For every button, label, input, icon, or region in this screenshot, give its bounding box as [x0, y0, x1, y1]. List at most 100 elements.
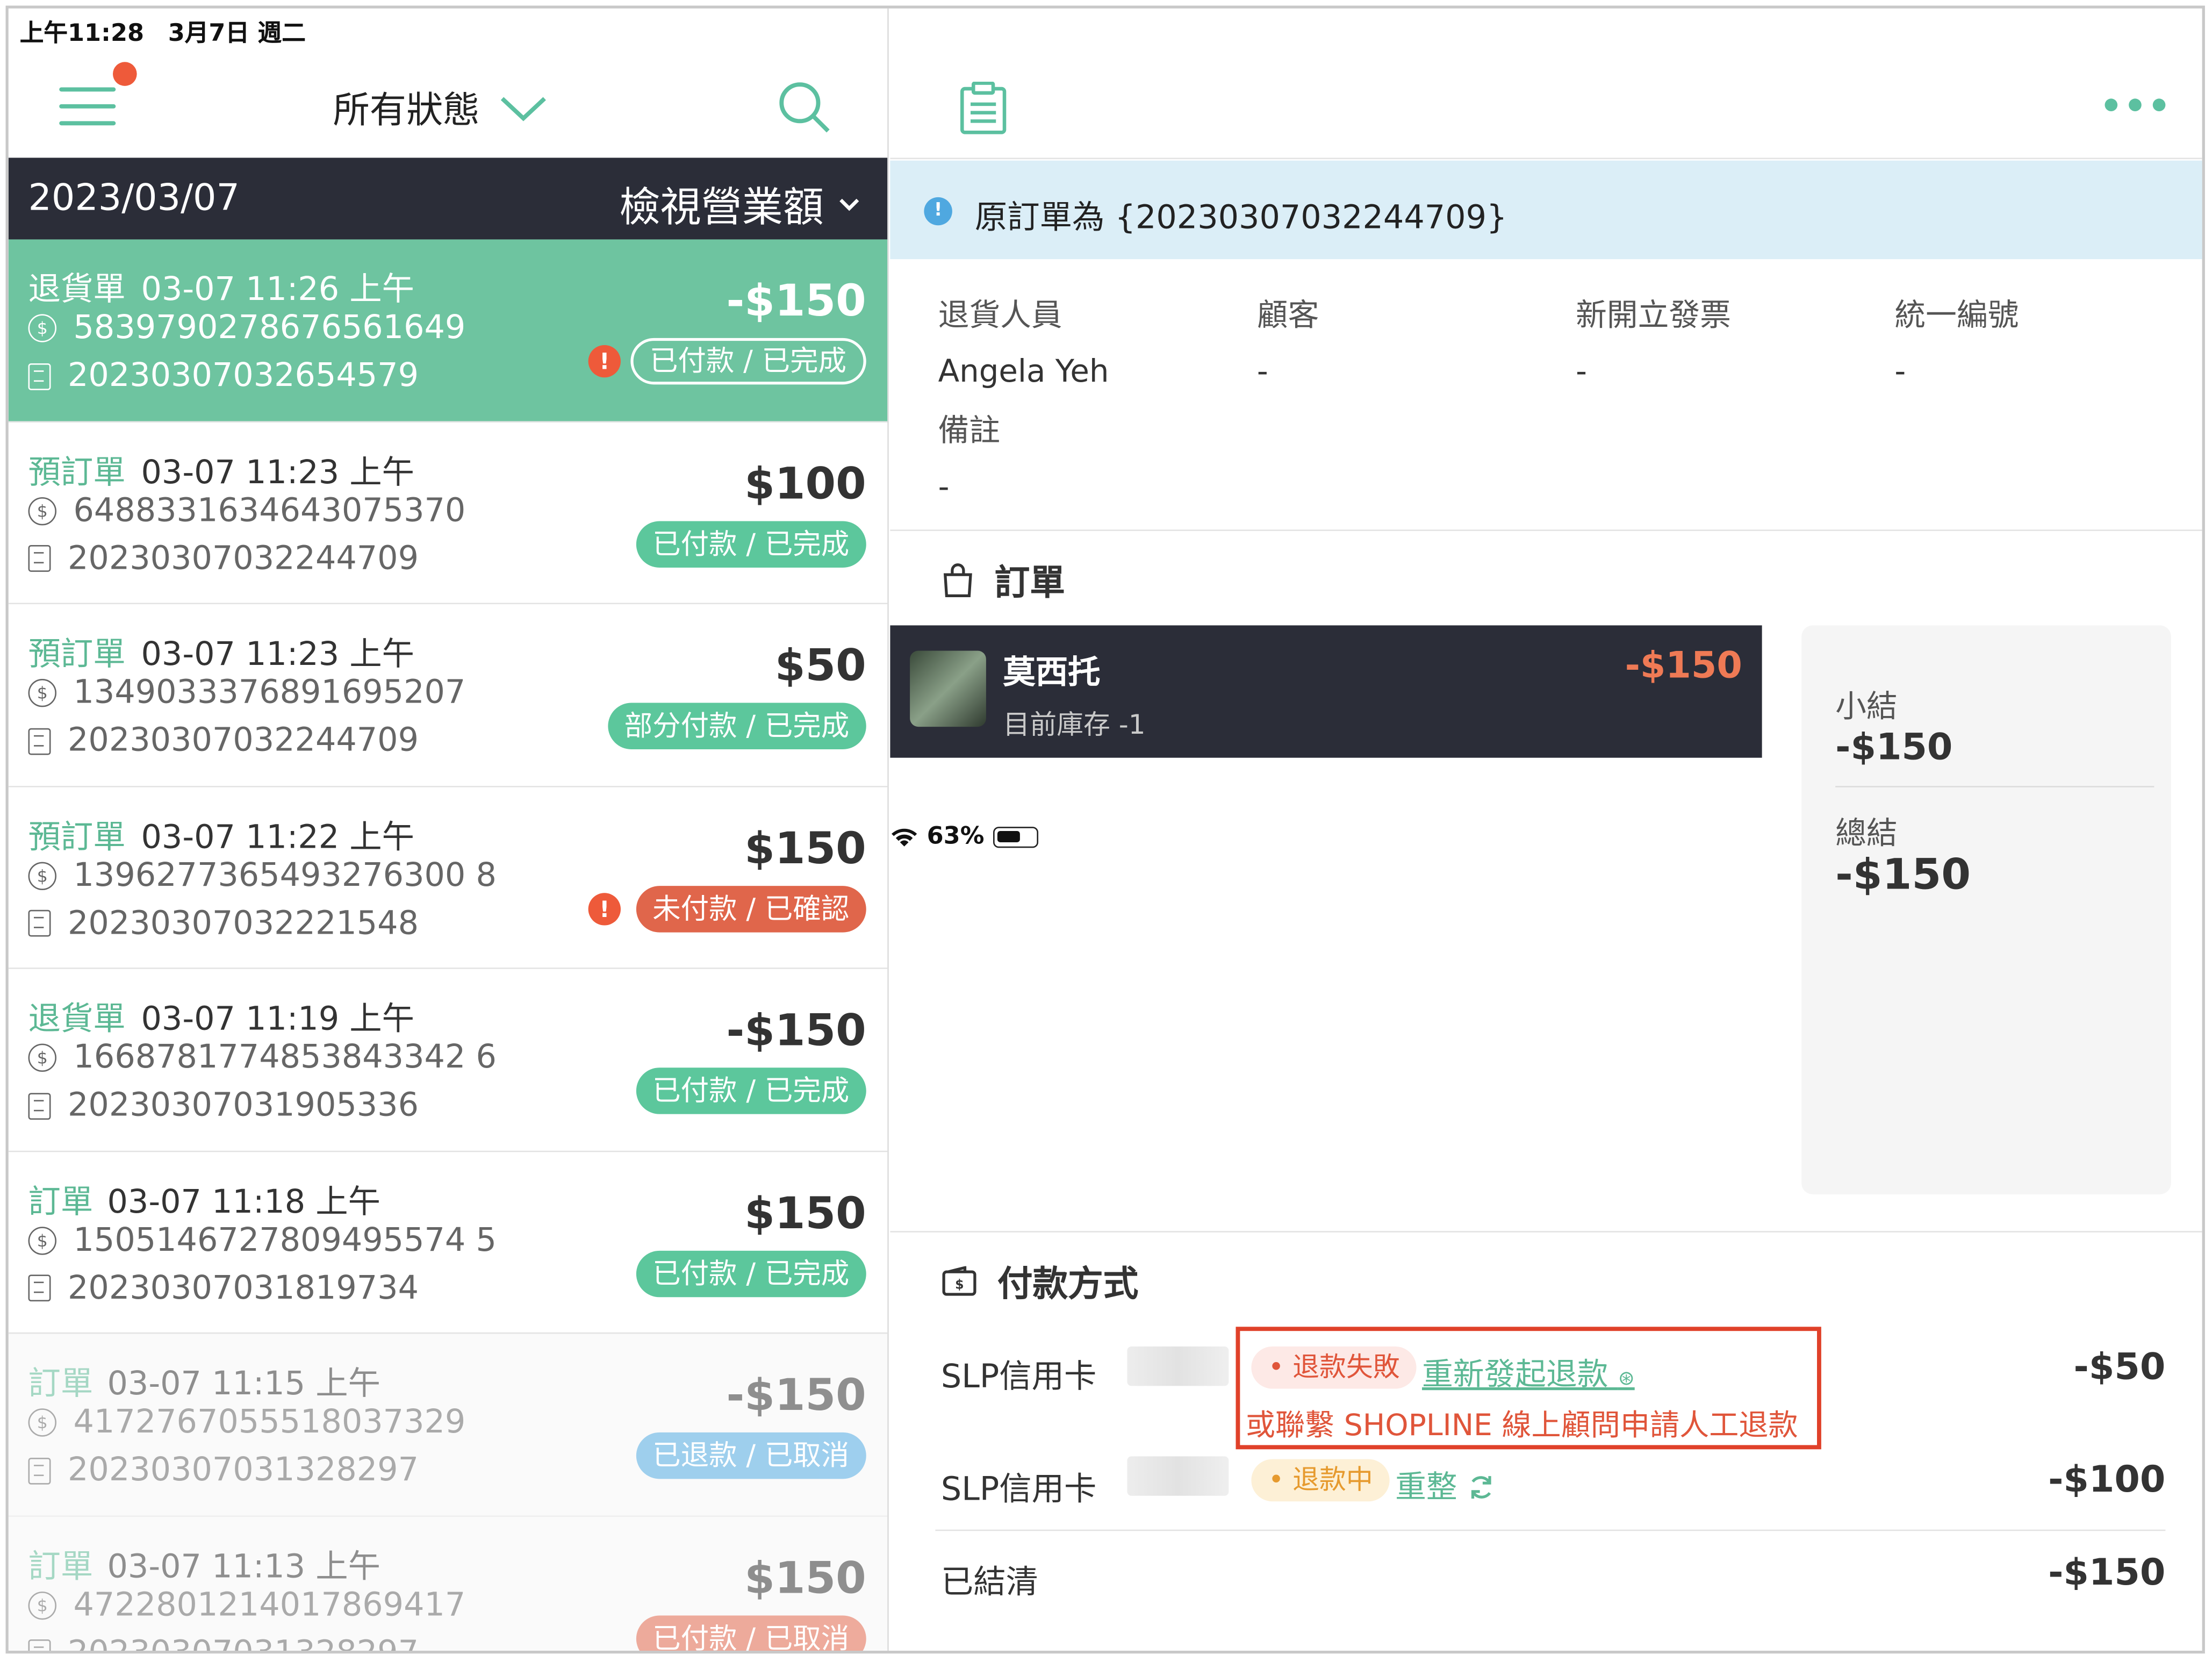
remark-field: 備註 - — [938, 406, 1001, 506]
order-row[interactable]: 退貨單 03-07 11:19 上午 $1668781774853843342 … — [8, 969, 888, 1152]
more-icon[interactable] — [2105, 98, 2166, 112]
payment-id-line: $1668781774853843342 6 — [28, 1040, 497, 1076]
order-amount: $150 — [744, 1552, 866, 1604]
order-row[interactable]: 退貨單 03-07 11:26 上午 $5839790278676561649 … — [8, 239, 888, 422]
order-number-line: 20230307031905336 — [28, 1087, 419, 1124]
search-icon[interactable] — [776, 79, 832, 135]
order-type: 訂單 — [28, 1184, 94, 1221]
date-label: 2023/03/07 — [28, 177, 240, 220]
order-number-line: 20230307032244709 — [28, 540, 419, 577]
payment-amount: -$50 — [2073, 1346, 2166, 1389]
status-filter-dropdown[interactable]: 所有狀態 — [333, 82, 548, 134]
order-number: 20230307031905336 — [68, 1087, 419, 1124]
payment-id: 1505146727809495574 5 — [73, 1222, 497, 1259]
payment-method: SLP信用卡 — [940, 1359, 1097, 1396]
coin-icon: $ — [28, 1043, 56, 1072]
payment-id: 1349033376891695207 — [73, 675, 466, 712]
payment-method: SLP信用卡 — [940, 1472, 1097, 1509]
payment-id: 1668781774853843342 6 — [73, 1039, 497, 1076]
warning-icon: ! — [588, 892, 621, 925]
order-row[interactable]: 預訂單 03-07 11:22 上午 $1396277365493276300 … — [8, 786, 888, 969]
chevron-down-icon — [839, 198, 859, 211]
order-row[interactable]: 預訂單 03-07 11:23 上午 $6488331634643075370 … — [8, 421, 888, 605]
order-amount: $150 — [744, 823, 866, 874]
status-badge: 部分付款 / 已完成 — [607, 703, 866, 749]
original-order-notice: ! 原訂單為 {20230307032244709} — [890, 160, 2202, 260]
invoice-field: 新開立發票 - — [1576, 290, 1731, 390]
receipt-icon — [28, 1274, 51, 1302]
item-name: 莫西托 — [1003, 655, 1101, 692]
order-type: 訂單 — [28, 1366, 94, 1403]
staff-label: 退貨人員 — [938, 298, 1062, 334]
receipt-icon — [28, 1092, 51, 1119]
view-revenue-button[interactable]: 檢視營業額 — [619, 175, 860, 234]
app: 上午11:28 3月7日 週二 63% 所有狀態 2023/03/07 檢視營業… — [0, 0, 2212, 1662]
order-amount: $100 — [744, 458, 866, 510]
remark-value: - — [938, 470, 950, 506]
order-type: 預訂單 — [28, 454, 126, 491]
refresh-label: 重整 — [1395, 1470, 1457, 1506]
order-type: 預訂單 — [28, 819, 126, 856]
payment-id-line: $4722801214017869417 — [28, 1586, 466, 1623]
receipt-icon — [28, 909, 51, 937]
status-badge: 已付款 / 已完成 — [635, 1068, 866, 1114]
status-badge: 已付款 / 已完成 — [630, 338, 866, 385]
order-number-line: 20230307031328297 — [28, 1635, 419, 1651]
status-badge: 已退款 / 已取消 — [635, 1432, 866, 1479]
highlight-box — [1236, 1327, 1821, 1450]
payment-id-line: $1349033376891695207 — [28, 675, 466, 712]
invoice-value: - — [1576, 355, 1588, 390]
payment-id-line: $6488331634643075370 — [28, 492, 465, 529]
payment-id-line: $4172767055518037329 — [28, 1404, 465, 1441]
order-number: 20230307032244709 — [68, 722, 419, 760]
order-row[interactable]: 訂單 03-07 11:13 上午 $4722801214017869417 2… — [8, 1516, 888, 1651]
receipt-icon — [28, 545, 51, 572]
coin-icon: $ — [28, 1226, 56, 1255]
subtotal-value: -$150 — [1835, 727, 1953, 769]
item-price: -$150 — [1625, 645, 1742, 687]
menu-icon[interactable] — [59, 87, 116, 126]
refresh-button[interactable]: 重整 — [1395, 1462, 1495, 1507]
subtotal-label: 小結 — [1835, 690, 1898, 726]
order-row[interactable]: 訂單 03-07 11:15 上午 $4172767055518037329 2… — [8, 1334, 888, 1516]
payment-section-title: $ 付款方式 — [941, 1256, 1138, 1307]
status-badge: 已付款 / 已完成 — [635, 1250, 866, 1296]
order-datetime: 03-07 11:19 上午 — [141, 1001, 415, 1038]
order-amount: -$150 — [726, 1370, 866, 1421]
refund-pending-label: 退款中 — [1292, 1465, 1373, 1496]
payment-id: 1396277365493276300 8 — [73, 857, 497, 894]
svg-text:$: $ — [955, 1277, 964, 1292]
order-amount: $50 — [774, 641, 866, 692]
order-row[interactable]: 預訂單 03-07 11:23 上午 $1349033376891695207 … — [8, 604, 888, 787]
order-item[interactable]: 莫西托 目前庫存 -1 -$150 — [890, 625, 1762, 758]
order-number-line: 20230307032221548 — [28, 905, 419, 942]
view-revenue-label: 檢視營業額 — [619, 183, 824, 231]
status-badge: 已付款 / 已完成 — [635, 520, 866, 567]
customer-value: - — [1256, 355, 1268, 390]
card-number-masked — [1127, 1346, 1229, 1386]
order-type: 退貨單 — [28, 1001, 126, 1038]
coin-icon: $ — [28, 1408, 56, 1437]
status-filter-label: 所有狀態 — [333, 90, 480, 133]
order-type: 退貨單 — [28, 271, 126, 309]
warning-icon: ! — [588, 345, 621, 378]
total-label: 總結 — [1835, 816, 1898, 853]
chevron-down-icon — [500, 96, 546, 121]
card-number-masked — [1127, 1456, 1229, 1496]
tax-id-field: 統一編號 - — [1894, 290, 2019, 390]
order-list-panel: 所有狀態 2023/03/07 檢視營業額 退貨單 03-07 11:26 上午… — [8, 8, 889, 1651]
refresh-icon — [1471, 1476, 1491, 1499]
payment-id: 4722801214017869417 — [73, 1586, 466, 1623]
clipboard-icon[interactable] — [958, 81, 1009, 135]
customer-label: 顧客 — [1256, 298, 1319, 334]
order-detail-panel: ! 原訂單為 {20230307032244709} 退貨人員 Angela Ye… — [890, 9, 2202, 1651]
total-value: -$150 — [1835, 850, 1971, 900]
order-type: 訂單 — [28, 1549, 94, 1586]
order-amount: -$150 — [726, 1005, 866, 1057]
receipt-icon — [28, 1639, 51, 1651]
settled-amount: -$150 — [2048, 1552, 2166, 1595]
order-datetime: 03-07 11:15 上午 — [107, 1366, 381, 1403]
info-icon: ! — [924, 197, 952, 226]
order-datetime: 03-07 11:26 上午 — [141, 271, 415, 309]
order-row[interactable]: 訂單 03-07 11:18 上午 $1505146727809495574 5… — [8, 1151, 888, 1334]
